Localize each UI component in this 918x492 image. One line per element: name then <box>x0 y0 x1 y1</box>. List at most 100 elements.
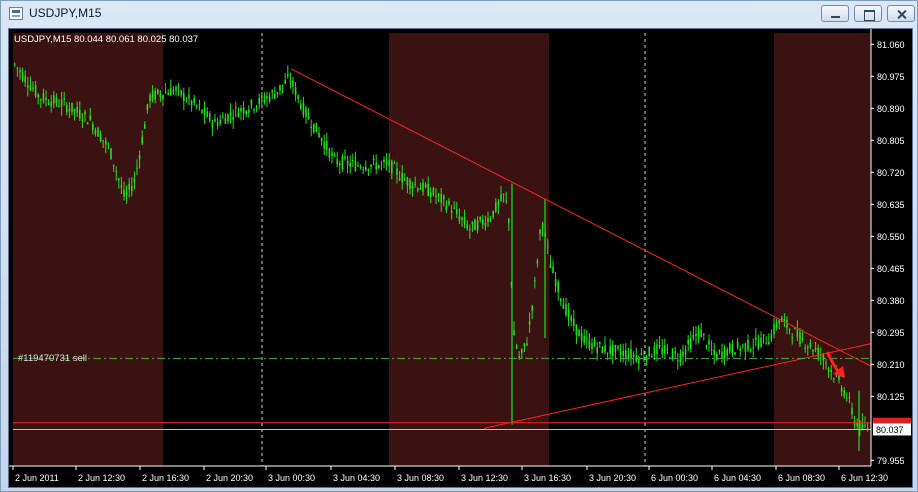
candle-body <box>328 148 331 158</box>
candle-body <box>383 159 385 162</box>
candle-body <box>783 319 786 322</box>
candle-body <box>37 94 39 98</box>
candle-body <box>352 159 354 162</box>
candle-body <box>125 192 128 196</box>
session-band <box>774 33 871 466</box>
candle-body <box>164 91 167 93</box>
candle-body <box>172 89 175 93</box>
candle-body <box>266 96 268 99</box>
candle-body <box>523 343 526 347</box>
close-icon <box>888 6 914 21</box>
candle-body <box>242 107 245 114</box>
candle-body <box>138 155 141 160</box>
candle-body <box>861 422 864 430</box>
candle-body <box>760 337 762 347</box>
candle-body <box>411 185 414 189</box>
candle-body <box>749 349 752 352</box>
chart-window: USDJPY,M15 USDJPY,M15 80.044 80.061 80.0… <box>0 0 918 492</box>
candle-body <box>76 107 78 113</box>
candle-body <box>612 344 614 356</box>
candle-body <box>497 201 500 205</box>
session-shading <box>13 33 871 466</box>
candle-body <box>79 109 81 119</box>
candle-body <box>149 94 151 102</box>
candle-body <box>112 164 115 167</box>
candle-body <box>349 163 351 167</box>
candle-body <box>333 154 336 156</box>
candle-body <box>151 90 154 99</box>
candle-body <box>560 299 562 302</box>
candle-body <box>289 81 292 83</box>
price-tick-label: 81.060 <box>877 40 905 50</box>
candle-body <box>614 344 617 352</box>
time-tick-label: 6 Jun 04:30 <box>714 473 761 483</box>
candle-body <box>622 351 624 357</box>
price-tick-label: 79.955 <box>877 456 905 466</box>
candle-body <box>341 156 344 170</box>
candle-body <box>154 91 156 100</box>
candle-body <box>284 80 286 84</box>
candle-body <box>703 333 705 335</box>
candle-body <box>40 99 42 101</box>
candle-body <box>833 378 835 380</box>
time-axis[interactable]: 2 Jun 2011 2 Jun 12:30 2 Jun 16:30 2 Jun 20… <box>9 465 888 483</box>
price-chart[interactable]: USDJPY,M15 80.044 80.061 80.025 80.037 #… <box>9 29 912 487</box>
candle-body <box>357 165 359 167</box>
candle-body <box>281 84 284 87</box>
time-tick-label: 2 Jun 12:30 <box>78 473 125 483</box>
candle-body <box>700 329 702 338</box>
candle-body <box>713 350 715 356</box>
maximize-button[interactable] <box>854 5 882 22</box>
chart-area[interactable]: USDJPY,M15 80.044 80.061 80.025 80.037 #… <box>8 28 913 488</box>
candle-body <box>445 205 448 210</box>
candle-body <box>573 318 575 327</box>
candle-body <box>214 119 216 122</box>
title-bar[interactable]: USDJPY,M15 <box>1 1 917 27</box>
candle-body <box>547 246 549 248</box>
candle-body <box>183 93 185 102</box>
price-tick-label: 80.805 <box>877 136 905 146</box>
candle-body <box>630 349 632 359</box>
candle-body <box>60 100 63 107</box>
candle-body <box>97 128 99 137</box>
candle-body <box>484 222 487 226</box>
candle-body <box>128 183 130 190</box>
candle-body <box>648 347 650 357</box>
candle-body <box>19 70 21 73</box>
candle-body <box>133 178 136 183</box>
candle-body <box>674 351 676 353</box>
candle-body <box>253 109 255 111</box>
candle-body <box>734 352 736 355</box>
candle-body <box>258 97 260 105</box>
candle-body <box>188 94 190 99</box>
candle-body <box>528 321 531 325</box>
candle-body <box>697 328 700 338</box>
candle-body <box>385 161 388 164</box>
candle-body <box>24 75 26 83</box>
time-tick-label: 6 Jun 08:30 <box>778 473 825 483</box>
candle-body <box>583 335 585 343</box>
candle-body <box>375 163 377 170</box>
candle-body <box>807 347 809 349</box>
candle-body <box>419 188 422 190</box>
candle-body <box>864 424 866 426</box>
candle-body <box>263 99 266 103</box>
price-axis[interactable]: 81.060 80.975 80.890 80.805 80.720 80.635 80.5… <box>870 29 911 466</box>
candle-body <box>757 342 760 349</box>
candle-body <box>848 396 851 398</box>
candle-body <box>144 124 146 129</box>
candle-body <box>536 260 539 264</box>
window-title: USDJPY,M15 <box>29 6 102 20</box>
candle-body <box>690 338 692 349</box>
candle-body <box>66 105 68 113</box>
candle-body <box>635 355 637 361</box>
order-label: #119470731 sell <box>18 353 87 364</box>
close-button[interactable] <box>887 5 915 22</box>
candle-body <box>430 192 432 197</box>
candle-body <box>791 336 793 338</box>
candle-body <box>310 126 312 129</box>
candle-body <box>302 102 305 116</box>
minimize-button[interactable] <box>821 5 849 22</box>
candle-body <box>42 93 45 102</box>
candle-body <box>63 98 65 100</box>
